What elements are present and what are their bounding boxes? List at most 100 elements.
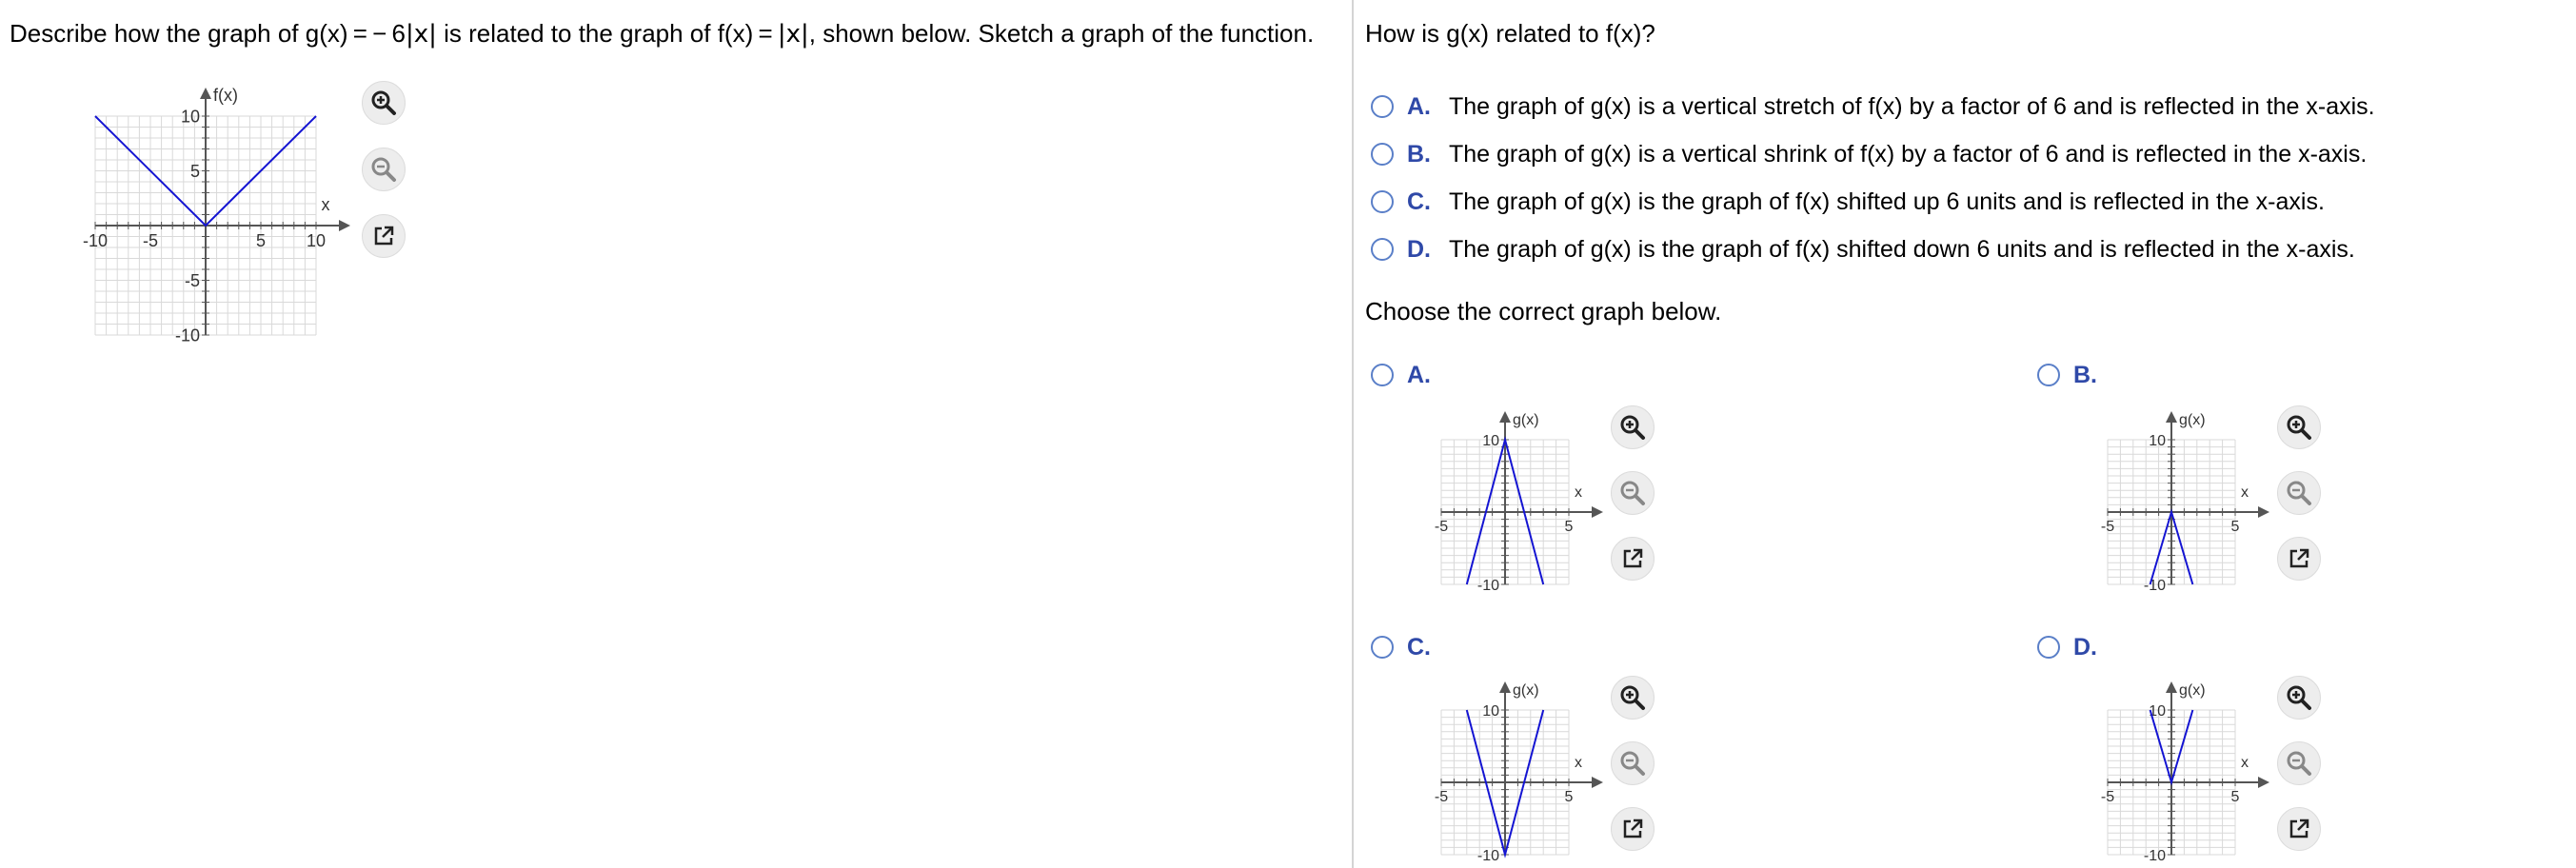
x-axis-arrow <box>339 220 350 231</box>
zoom-in-icon <box>2287 685 2311 710</box>
zoom-in-icon <box>2287 415 2311 440</box>
question-part-2: is related to the graph of f(x) = <box>436 19 778 48</box>
option-d-radio[interactable] <box>1371 238 1394 261</box>
graph-option-b-radio[interactable] <box>2037 364 2060 386</box>
y-axis-label: g(x) <box>2179 412 2206 428</box>
pop-out-icon <box>2289 819 2309 838</box>
option-a-zoom-in-button[interactable] <box>1611 405 1655 449</box>
x-tick-label: -5 <box>143 231 158 250</box>
option-c-radio[interactable] <box>1371 190 1394 213</box>
option-d-zoom-in-button[interactable] <box>2277 676 2321 720</box>
y-tick-label: 10 <box>2149 433 2166 449</box>
x-tick-label: 5 <box>1565 789 1574 805</box>
graph-option-d[interactable]: D. <box>2037 630 2115 664</box>
x-tick-label: -5 <box>2101 519 2114 535</box>
choose-graph-prompt: Choose the correct graph below. <box>1365 297 1722 326</box>
graph-option-d-radio[interactable] <box>2037 636 2060 659</box>
option-b-zoom-out-button[interactable] <box>2277 471 2321 515</box>
y-axis-label: g(x) <box>1513 412 1539 428</box>
x-tick-label: 5 <box>1565 519 1574 535</box>
x-axis-label: x <box>1575 755 1582 771</box>
option-d-zoom-out-button[interactable] <box>2277 741 2321 785</box>
option-c-zoom-in-button[interactable] <box>1611 676 1655 720</box>
option-d-text: The graph of g(x) is the graph of f(x) s… <box>1449 235 2355 263</box>
x-tick-label: -5 <box>1435 519 1448 535</box>
zoom-out-icon <box>371 157 396 182</box>
graph-option-b[interactable]: B. <box>2037 358 2115 392</box>
option-d[interactable]: D. The graph of g(x) is the graph of f(x)… <box>1371 232 2355 266</box>
y-tick-label: -10 <box>1477 848 1499 864</box>
option-c-text: The graph of g(x) is the graph of f(x) s… <box>1449 187 2325 215</box>
y-tick-label: 10 <box>1482 703 1499 720</box>
abs-x-g: |x| <box>405 20 437 49</box>
question-part-3: , shown below. Sketch a graph of the fun… <box>808 19 1315 48</box>
option-b-letter: B. <box>1407 140 1431 168</box>
y-tick-label: 10 <box>1482 433 1499 449</box>
y-tick-label: -5 <box>185 271 200 290</box>
zoom-out-icon <box>1620 481 1645 505</box>
option-c-zoom-out-button[interactable] <box>1611 741 1655 785</box>
x-axis-label: x <box>2241 755 2249 771</box>
graph-option-c[interactable]: C. <box>1371 630 1449 664</box>
option-d-pop-out-button[interactable] <box>2277 807 2321 851</box>
zoom-in-icon <box>1620 685 1645 710</box>
option-a-radio[interactable] <box>1371 95 1394 118</box>
zoom-in-icon <box>1620 415 1645 440</box>
pop-out-button[interactable] <box>362 214 406 258</box>
x-axis-label: x <box>1575 484 1582 501</box>
abs-x-f: |x| <box>777 20 809 49</box>
option-b-radio[interactable] <box>1371 143 1394 166</box>
option-c-letter: C. <box>1407 187 1431 215</box>
graph-option-a-letter: A. <box>1407 361 1431 388</box>
x-axis-arrow <box>1592 777 1603 788</box>
graph-option-a-radio[interactable] <box>1371 364 1394 386</box>
option-a-pop-out-button[interactable] <box>1611 537 1655 581</box>
option-b-text: The graph of g(x) is a vertical shrink o… <box>1449 140 2368 168</box>
question-part-1: Describe how the graph of g(x) = − 6 <box>10 19 406 48</box>
x-tick-label: 5 <box>2231 519 2240 535</box>
f-graph: -10 -5 5 10 10 5 -5 -10 f(x) x <box>83 86 350 345</box>
option-c[interactable]: C. The graph of g(x) is the graph of f(x)… <box>1371 185 2325 219</box>
pop-out-icon <box>1623 819 1643 838</box>
option-c-pop-out-button[interactable] <box>1611 807 1655 851</box>
option-b-pop-out-button[interactable] <box>2277 537 2321 581</box>
zoom-out-icon <box>1620 751 1645 776</box>
x-tick-label: 5 <box>2231 789 2240 805</box>
y-axis-arrow <box>200 88 211 99</box>
option-a-zoom-out-button[interactable] <box>1611 471 1655 515</box>
option-a-graph: -5 5 10 -10 g(x) x <box>1435 411 1603 594</box>
option-d-letter: D. <box>1407 235 1431 263</box>
zoom-in-button[interactable] <box>362 81 406 125</box>
graph-option-a[interactable]: A. <box>1371 358 1449 392</box>
x-axis-label: x <box>2241 484 2249 501</box>
x-tick-label: 5 <box>256 231 266 250</box>
option-c-graph: -5 5 10 -10 g(x) x <box>1435 681 1603 864</box>
y-axis-arrow <box>1499 681 1511 693</box>
option-d-graph: -5 510-10g(x)x <box>2101 681 2269 864</box>
x-axis-label: x <box>322 195 330 214</box>
y-axis-label: f(x) <box>213 86 238 105</box>
x-axis-arrow <box>2258 506 2269 518</box>
zoom-out-icon <box>2287 481 2311 505</box>
x-tick-label: -5 <box>1435 789 1448 805</box>
option-b-zoom-in-button[interactable] <box>2277 405 2321 449</box>
zoom-out-button[interactable] <box>362 148 406 191</box>
right-pane: How is g(x) related to f(x)? A. The graph… <box>1354 0 2576 868</box>
y-tick-label: 10 <box>181 107 200 126</box>
x-tick-label: -5 <box>2101 789 2114 805</box>
option-b-graph: -5 5 10 -10 g(x) x <box>2101 411 2269 594</box>
graph-option-c-radio[interactable] <box>1371 636 1394 659</box>
option-a-letter: A. <box>1407 92 1431 120</box>
zoom-out-icon <box>2287 751 2311 776</box>
x-axis-arrow <box>1592 506 1603 518</box>
option-a[interactable]: A. The graph of g(x) is a vertical stretc… <box>1371 89 2375 124</box>
relation-question: How is g(x) related to f(x)? <box>1365 19 1655 48</box>
y-tick-label: -10 <box>2144 848 2166 864</box>
graph-option-b-letter: B. <box>2073 361 2097 388</box>
left-pane: Describe how the graph of g(x) = − 6|x| … <box>0 0 1352 868</box>
y-axis-label: g(x) <box>2179 682 2206 699</box>
option-b[interactable]: B. The graph of g(x) is a vertical shrink… <box>1371 137 2367 171</box>
y-tick-label: -10 <box>2144 578 2166 594</box>
y-tick-label: -10 <box>1477 578 1499 594</box>
graph-option-d-letter: D. <box>2073 633 2097 661</box>
